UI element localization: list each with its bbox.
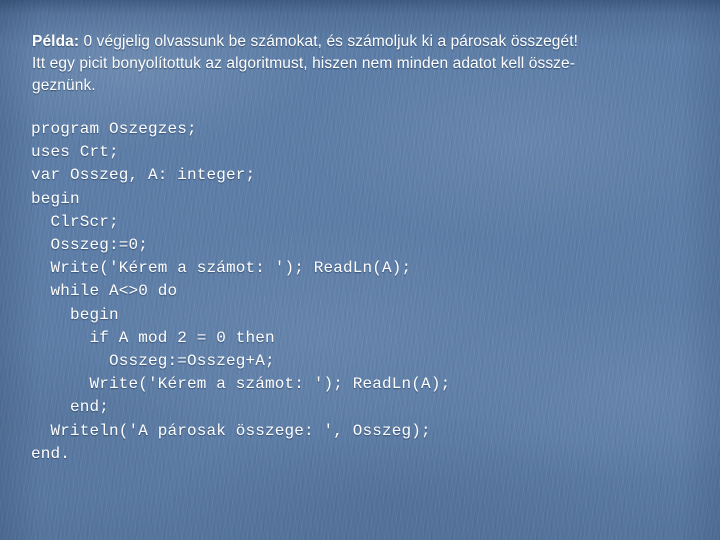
intro-paragraph: Példa: 0 végjelig olvassunk be számokat,… bbox=[32, 31, 696, 97]
example-label: Példa: bbox=[32, 33, 80, 50]
slide: Példa: 0 végjelig olvassunk be számokat,… bbox=[0, 0, 720, 540]
intro-line-3: geznünk. bbox=[32, 77, 96, 94]
code-line: uses Crt; bbox=[31, 143, 119, 162]
code-line: Write('Kérem a számot: '); ReadLn(A); bbox=[31, 259, 412, 278]
intro-line-1-text: 0 végjelig olvassunk be számokat, és szá… bbox=[79, 33, 579, 50]
code-line: Osszeg:=0; bbox=[31, 236, 149, 255]
intro-line-1: Példa: 0 végjelig olvassunk be számokat,… bbox=[32, 31, 696, 53]
code-block: program Oszegzes; uses Crt; var Osszeg, … bbox=[31, 118, 450, 466]
code-line: var Osszeg, A: integer; bbox=[31, 166, 256, 185]
code-line: while A<>0 do bbox=[31, 282, 178, 301]
code-line: ClrScr; bbox=[31, 212, 119, 231]
code-line: Write('Kérem a számot: '); ReadLn(A); bbox=[31, 375, 451, 394]
code-line: end. bbox=[31, 444, 71, 463]
code-line: Osszeg:=Osszeg+A; bbox=[31, 352, 275, 371]
code-line: Writeln('A párosak összege: ', Osszeg); bbox=[31, 421, 431, 440]
code-line: if A mod 2 = 0 then bbox=[31, 328, 275, 347]
code-line: program Oszegzes; bbox=[31, 120, 197, 138]
code-line: begin bbox=[31, 189, 80, 208]
intro-line-2: Itt egy picit bonyolítottuk az algoritmu… bbox=[32, 55, 576, 72]
code-line: end; bbox=[31, 398, 110, 417]
code-line: begin bbox=[31, 305, 119, 324]
